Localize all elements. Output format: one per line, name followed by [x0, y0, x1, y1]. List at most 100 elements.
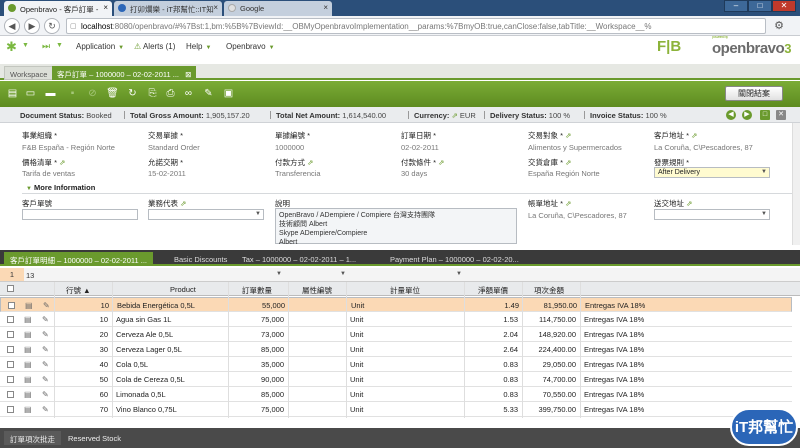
filter-dropdown-icon[interactable]: ▼ — [340, 271, 346, 277]
close-icon[interactable]: × — [103, 3, 108, 12]
undo-icon[interactable]: ⊘ — [86, 87, 99, 100]
edit-pencil-icon[interactable]: ✎ — [42, 345, 49, 354]
organization-value[interactable]: F&B España - Región Norte — [22, 143, 115, 152]
document-icon[interactable]: ▤ — [24, 330, 32, 339]
edit-pencil-icon[interactable]: ✎ — [42, 315, 49, 324]
row-checkbox[interactable] — [8, 302, 15, 309]
row-checkbox[interactable] — [7, 406, 14, 413]
business-partner-value[interactable]: Alimentos y Supermercados — [528, 143, 622, 152]
document-type-value[interactable]: Standard Order — [148, 143, 200, 152]
warehouse-value[interactable]: España Región Norte — [528, 169, 600, 178]
wrench-icon[interactable]: ⚙ — [772, 19, 786, 33]
row-checkbox[interactable] — [7, 391, 14, 398]
browser-tab-google[interactable]: Google × — [224, 1, 332, 16]
maximize-button[interactable]: □ — [748, 0, 772, 12]
tab-basic-discounts[interactable]: Basic Discounts — [168, 252, 233, 266]
close-icon[interactable]: ⊠ — [185, 70, 191, 79]
forward-button[interactable]: ▶ — [24, 18, 40, 34]
table-row[interactable]: ▤ ✎ 10 Bebida Energética 0,5L 55,000 Unit 1.49… — [0, 297, 792, 312]
tab-line-allocation[interactable]: 訂單項次批走 — [4, 431, 61, 445]
partner-address-value[interactable]: La Coruña, C\Pescadores, 87 — [654, 143, 753, 152]
col-net-price[interactable]: 淨額單價 — [478, 285, 508, 296]
menu-help[interactable]: Help ▼ — [186, 42, 211, 51]
row-checkbox[interactable] — [7, 361, 14, 368]
table-row[interactable]: ▤ ✎ 30 Cerveza Lager 0,5L 85,000 Unit 2.64 224,… — [0, 342, 792, 357]
document-icon[interactable]: ▤ — [24, 390, 32, 399]
close-window-button[interactable]: ✕ — [772, 0, 796, 12]
edit-pencil-icon[interactable]: ✎ — [42, 360, 49, 369]
col-uom[interactable]: 計量單位 — [390, 285, 420, 296]
order-date-value[interactable]: 02-02-2011 — [401, 143, 439, 152]
reload-button[interactable]: ↻ — [44, 18, 60, 34]
document-icon[interactable]: ▤ — [25, 301, 33, 310]
payment-terms-value[interactable]: 30 days — [401, 169, 427, 178]
col-line-no[interactable]: 行號 ▲ — [66, 285, 91, 296]
menu-application[interactable]: Application ▼ — [76, 42, 124, 51]
edit-pencil-icon[interactable]: ✎ — [42, 390, 49, 399]
recent-views-icon[interactable]: ⏭ — [42, 41, 50, 52]
table-row[interactable]: ▤ ✎ 70 Vino Blanco 0,75L 75,000 Unit 5.33 399,7… — [0, 402, 792, 417]
minimize-button[interactable]: – — [724, 0, 748, 12]
save-icon[interactable]: ▬ — [44, 87, 57, 100]
delivery-address-select[interactable]: ▼ — [654, 209, 770, 220]
refresh-icon[interactable]: ↻ — [126, 87, 139, 100]
close-icon[interactable]: ✕ — [776, 110, 786, 120]
new-document-icon[interactable]: ▤ — [6, 87, 19, 100]
new-row-icon[interactable]: ▭ — [24, 87, 37, 100]
invoice-address-value[interactable]: La Coruña, C\Pescadores, 87 — [528, 211, 627, 220]
document-icon[interactable]: ▤ — [24, 360, 32, 369]
attachment-icon[interactable]: ⎙ — [164, 87, 177, 100]
description-textarea[interactable]: OpenBravo / ADempiere / Compiere 台灣支持團隊 … — [275, 208, 517, 246]
tab-reserved-stock[interactable]: Reserved Stock — [62, 431, 127, 445]
print-icon[interactable]: ▣ — [222, 87, 235, 100]
chevron-down-icon[interactable]: ▼ — [22, 42, 29, 49]
edit-pencil-icon[interactable]: ✎ — [42, 375, 49, 384]
invoice-rule-select[interactable]: After Delivery ▼ — [654, 167, 770, 178]
close-order-button[interactable]: 關閉結案 — [725, 86, 783, 101]
menu-openbravo[interactable]: Openbravo ▼ — [226, 42, 275, 51]
browser-tab-openbravo[interactable]: Openbravo - 客戶訂單 - × — [4, 1, 112, 16]
delivery-date-value[interactable]: 15-02-2011 — [148, 169, 186, 178]
tab-workspace[interactable]: Workspace — [4, 66, 54, 80]
favorites-star-icon[interactable]: ✱ — [6, 39, 17, 55]
tab-payment-plan[interactable]: Payment Plan – 1000000 – 02-02-20... — [384, 252, 525, 266]
save-close-icon[interactable]: ▪ — [66, 87, 79, 100]
link-icon[interactable]: ∞ — [182, 87, 195, 100]
table-row[interactable]: ▤ ✎ 40 Cola 0,5L 35,000 Unit 0.83 29,050.00 Entr… — [0, 357, 792, 372]
document-icon[interactable]: ▤ — [24, 375, 32, 384]
select-all-checkbox[interactable] — [7, 285, 14, 292]
document-icon[interactable]: ▤ — [24, 345, 32, 354]
back-button[interactable]: ◀ — [4, 18, 20, 34]
browser-tab-ithome[interactable]: 打卯爛樂 - iT邦幫忙::IT知 × — [114, 1, 222, 16]
edit-pencil-icon[interactable]: ✎ — [42, 405, 49, 414]
table-row[interactable]: ▤ ✎ 60 Limonada 0,5L 85,000 Unit 0.83 70,550.00… — [0, 387, 792, 402]
document-no-value[interactable]: 1000000 — [275, 143, 304, 152]
document-icon[interactable]: ▤ — [24, 315, 32, 324]
menu-alerts[interactable]: ⚠ Alerts (1) — [134, 42, 175, 51]
filter-dropdown-icon[interactable]: ▼ — [276, 271, 282, 277]
delete-icon[interactable]: 🗑 — [106, 87, 119, 100]
close-icon[interactable]: × — [323, 3, 328, 12]
maximize-icon[interactable]: □ — [760, 110, 770, 120]
table-row[interactable]: ▤ ✎ 20 Cerveza Ale 0,5L 73,000 Unit 2.04 148,92… — [0, 327, 792, 342]
table-row[interactable]: ▤ ✎ 10 Agua sin Gas 1L 75,000 Unit 1.53 114,750… — [0, 312, 792, 327]
form-scrollbar[interactable] — [792, 123, 800, 245]
payment-method-value[interactable]: Transferencia — [275, 169, 321, 178]
tab-tax[interactable]: Tax – 1000000 – 02-02-2011 – 1... — [236, 252, 362, 266]
edit-pencil-icon[interactable]: ✎ — [43, 301, 50, 310]
url-input[interactable]: ▢ localhost:8080/openbravo/#%7Bst:1,bm:%… — [66, 18, 766, 34]
next-record-icon[interactable]: ▶ — [742, 110, 752, 120]
sales-rep-select[interactable]: ▼ — [148, 209, 264, 220]
customer-ref-input[interactable] — [22, 209, 138, 220]
price-list-value[interactable]: Tarifa de ventas — [22, 169, 75, 178]
tab-sales-order[interactable]: 客戶訂單 – 1000000 – 02-02-2011 ... ⊠ — [52, 66, 197, 80]
col-product[interactable]: Product — [170, 285, 196, 294]
col-quantity[interactable]: 訂單數量 — [242, 285, 272, 296]
col-line-amount[interactable]: 項次金額 — [534, 285, 564, 296]
row-checkbox[interactable] — [7, 331, 14, 338]
row-checkbox[interactable] — [7, 376, 14, 383]
close-icon[interactable]: × — [213, 3, 218, 12]
col-attribute[interactable]: 屬性編號 — [302, 285, 332, 296]
document-icon[interactable]: ▤ — [24, 405, 32, 414]
chevron-down-icon[interactable]: ▼ — [56, 42, 63, 49]
